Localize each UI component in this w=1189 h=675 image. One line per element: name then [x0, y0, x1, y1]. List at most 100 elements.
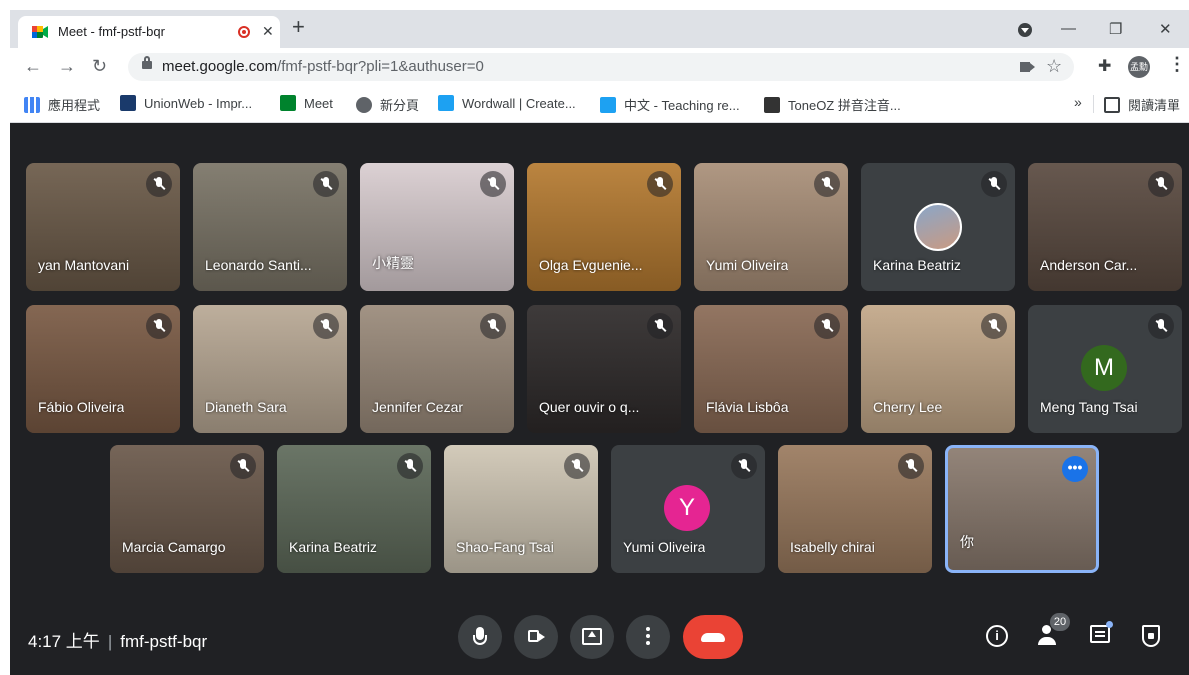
participant-tile[interactable]: Isabelly chirai: [778, 445, 932, 573]
participant-tile[interactable]: yan Mantovani: [26, 163, 180, 291]
camera-in-use-icon[interactable]: [1020, 62, 1035, 72]
participant-tile[interactable]: Marcia Camargo: [110, 445, 264, 573]
mic-muted-icon: [146, 171, 172, 197]
mic-muted-icon: [564, 453, 590, 479]
meeting-info: 4:17 上午 | fmf-pstf-bqr: [28, 627, 207, 652]
restore-button[interactable]: ❐: [1109, 20, 1122, 38]
reading-list-label: 閱讀清單: [1128, 98, 1181, 113]
bookmark-star-icon[interactable]: ☆: [1046, 56, 1062, 77]
bookmark-label: ToneOZ 拼音注音...: [788, 98, 901, 113]
reading-list-button[interactable]: 閱讀清單: [1104, 95, 1180, 114]
bookmark-label: Wordwall | Create...: [462, 96, 576, 111]
reload-icon[interactable]: ↻: [92, 57, 107, 75]
extensions-puzzle-icon[interactable]: ✚: [1098, 56, 1111, 76]
bookmark-apps[interactable]: 應用程式: [24, 95, 100, 114]
participant-name: Quer ouvir o q...: [539, 399, 640, 415]
tab-close-button[interactable]: ✕: [262, 23, 274, 40]
mic-muted-icon: [647, 313, 673, 339]
chat-notification-dot: [1106, 621, 1113, 628]
participant-name: 小精靈: [372, 255, 414, 271]
participant-name: Karina Beatriz: [873, 257, 961, 273]
participant-tile[interactable]: Fábio Oliveira: [26, 305, 180, 433]
mic-muted-icon: [647, 171, 673, 197]
minimize-button[interactable]: —: [1061, 20, 1076, 37]
host-controls-icon[interactable]: [1142, 625, 1160, 647]
participant-tile[interactable]: Yumi Oliveira: [694, 163, 848, 291]
bookmarks-divider: [1093, 95, 1094, 113]
meeting-code: fmf-pstf-bqr: [120, 632, 208, 651]
profile-avatar[interactable]: 孟勳: [1128, 56, 1150, 78]
participant-tile[interactable]: Flávia Lisbôa: [694, 305, 848, 433]
participant-tile[interactable]: Y Yumi Oliveira: [611, 445, 765, 573]
participant-tile[interactable]: M Meng Tang Tsai: [1028, 305, 1182, 433]
participant-tile[interactable]: Leonardo Santi...: [193, 163, 347, 291]
self-tile-more-button[interactable]: •••: [1062, 456, 1088, 482]
unionweb-favicon-icon: [120, 95, 136, 111]
bookmark-new-tab[interactable]: 新分頁: [356, 95, 419, 114]
bookmarks-overflow-button[interactable]: »: [1074, 94, 1082, 110]
tab-title: Meet - fmf-pstf-bqr: [58, 24, 165, 39]
close-window-button[interactable]: ✕: [1159, 20, 1172, 38]
participant-count-badge: 20: [1050, 613, 1070, 631]
url-path: /fmf-pstf-bqr?pli=1&authuser=0: [277, 58, 484, 75]
participant-tile[interactable]: Quer ouvir o q...: [527, 305, 681, 433]
bookmark-unionweb[interactable]: UnionWeb - Impr...: [120, 95, 252, 111]
forward-arrow-icon[interactable]: →: [58, 57, 76, 75]
bookmark-toneoz[interactable]: ToneOZ 拼音注音...: [764, 95, 901, 114]
chat-icon[interactable]: [1090, 625, 1110, 643]
microphone-button[interactable]: [458, 615, 502, 659]
participant-avatar: [914, 203, 962, 251]
url-text: meet.google.com/fmf-pstf-bqr?pli=1&authu…: [162, 58, 484, 75]
wordwall-favicon-icon: [438, 95, 454, 111]
bookmark-teaching[interactable]: 中文 - Teaching re...: [600, 95, 740, 114]
participant-name: Jennifer Cezar: [372, 399, 464, 415]
reading-list-icon: [1104, 97, 1120, 113]
bookmark-label: 中文 - Teaching re...: [624, 98, 740, 113]
info-separator: |: [107, 632, 113, 651]
meeting-details-icon[interactable]: i: [986, 625, 1008, 647]
mic-muted-icon: [981, 171, 1007, 197]
bookmark-wordwall[interactable]: Wordwall | Create...: [438, 95, 576, 111]
browser-menu-icon[interactable]: ⋮: [1168, 54, 1186, 75]
participant-name: Isabelly chirai: [790, 539, 875, 555]
mic-muted-icon: [313, 313, 339, 339]
participant-name: Marcia Camargo: [122, 539, 226, 555]
participant-tile[interactable]: Shao-Fang Tsai: [444, 445, 598, 573]
participant-tile[interactable]: Olga Evguenie...: [527, 163, 681, 291]
bookmark-label: UnionWeb - Impr...: [144, 96, 253, 111]
participant-tile[interactable]: Karina Beatriz: [277, 445, 431, 573]
participant-tile[interactable]: 小精靈: [360, 163, 514, 291]
bookmarks-bar: 應用程式 UnionWeb - Impr... Meet 新分頁 Wordwal…: [10, 86, 1189, 123]
participant-name: Anderson Car...: [1040, 257, 1138, 273]
bookmark-label: 應用程式: [48, 98, 101, 113]
participant-name: Olga Evguenie...: [539, 257, 643, 273]
participant-name: Dianeth Sara: [205, 399, 287, 415]
toneoz-favicon-icon: [764, 97, 780, 113]
back-arrow-icon[interactable]: ←: [24, 57, 42, 75]
participant-name: Karina Beatriz: [289, 539, 377, 555]
self-video-tile[interactable]: ••• 你: [945, 445, 1099, 573]
apps-grid-icon: [24, 97, 40, 113]
participant-avatar-letter: Y: [664, 485, 710, 531]
participant-tile[interactable]: Karina Beatriz: [861, 163, 1015, 291]
tab-strip: Meet - fmf-pstf-bqr ✕ + — ❐ ✕: [10, 10, 1189, 48]
present-button[interactable]: [570, 615, 614, 659]
participant-name: Meng Tang Tsai: [1040, 399, 1138, 415]
participant-tile[interactable]: Anderson Car...: [1028, 163, 1182, 291]
participant-tile[interactable]: Cherry Lee: [861, 305, 1015, 433]
tab-search-icon[interactable]: [1018, 23, 1032, 37]
camera-button[interactable]: [514, 615, 558, 659]
more-options-button[interactable]: [626, 615, 670, 659]
mic-muted-icon: [814, 313, 840, 339]
mic-muted-icon: [814, 171, 840, 197]
new-tab-button[interactable]: +: [292, 16, 305, 38]
participant-tile[interactable]: Jennifer Cezar: [360, 305, 514, 433]
bookmark-meet[interactable]: Meet: [280, 95, 333, 111]
more-vert-icon: [646, 627, 650, 631]
leave-call-button[interactable]: [683, 615, 743, 659]
address-bar[interactable]: meet.google.com/fmf-pstf-bqr?pli=1&authu…: [128, 53, 1074, 81]
participant-tile[interactable]: Dianeth Sara: [193, 305, 347, 433]
bookmark-label: Meet: [304, 96, 333, 111]
browser-tab-meet[interactable]: Meet - fmf-pstf-bqr ✕: [18, 16, 280, 48]
lock-icon[interactable]: [142, 56, 152, 69]
